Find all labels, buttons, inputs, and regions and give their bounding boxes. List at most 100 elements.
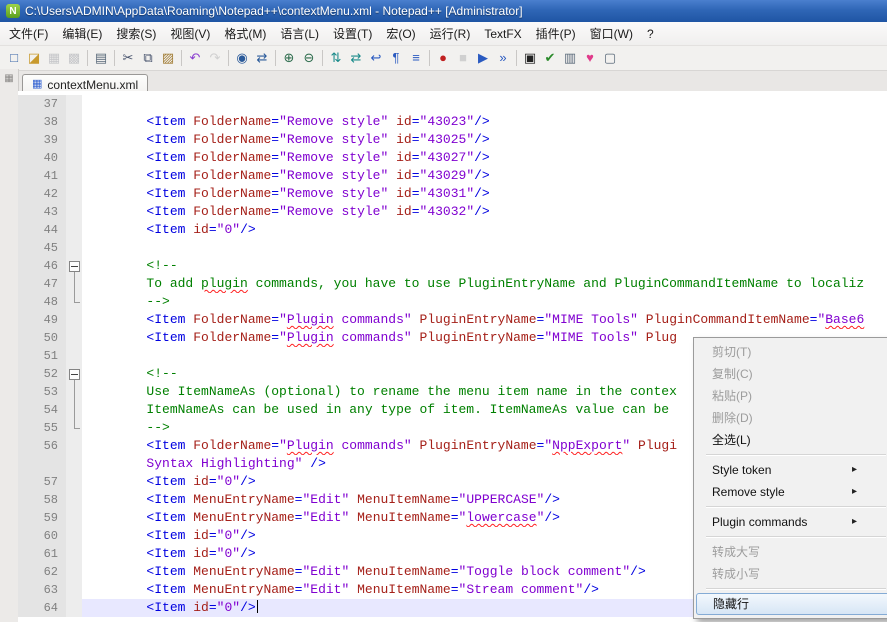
code-line-text[interactable]: <Item FolderName="Plugin commands" Plugi… bbox=[82, 311, 887, 329]
code-line-text[interactable]: <Item FolderName="Remove style" id="4302… bbox=[82, 113, 887, 131]
console-monitor-icon[interactable]: ▣ bbox=[521, 49, 539, 67]
code-token: commands, you have to use PluginEntryNam… bbox=[248, 276, 864, 291]
code-token: id bbox=[396, 132, 412, 147]
paste-icon[interactable]: ▨ bbox=[159, 49, 177, 67]
menubar-item-view[interactable]: 视图(V) bbox=[163, 21, 217, 46]
code-token: = bbox=[209, 546, 217, 561]
menu-bar: 文件(F)编辑(E)搜索(S)视图(V)格式(M)语言(L)设置(T)宏(O)运… bbox=[0, 22, 887, 46]
code-token: /> bbox=[474, 150, 490, 165]
menubar-item-help[interactable]: ? bbox=[640, 23, 661, 45]
code-token: "Edit" bbox=[302, 492, 349, 507]
menubar-item-settings[interactable]: 设置(T) bbox=[326, 21, 379, 46]
line-number: 39 bbox=[18, 131, 66, 149]
open-folder-icon[interactable]: ◪ bbox=[25, 49, 43, 67]
code-token bbox=[84, 312, 146, 327]
docked-panel-strip[interactable]: ▦ bbox=[0, 69, 19, 622]
macro-stop-icon[interactable]: ■ bbox=[454, 49, 472, 67]
code-token: = bbox=[209, 222, 217, 237]
macro-record-icon[interactable]: ● bbox=[434, 49, 452, 67]
code-token: Plugin bbox=[287, 330, 334, 345]
menubar-item-plugins[interactable]: 插件(P) bbox=[529, 21, 583, 46]
code-token: "Remove style" bbox=[279, 114, 388, 129]
code-token bbox=[84, 150, 146, 165]
save-icon[interactable]: ▦ bbox=[45, 49, 63, 67]
macro-run-multiple-icon[interactable]: » bbox=[494, 49, 512, 67]
code-line-text[interactable] bbox=[82, 95, 887, 113]
document-map-icon[interactable]: ▥ bbox=[561, 49, 579, 67]
code-token: id bbox=[396, 150, 412, 165]
context-menu-item-cut[interactable]: 剪切(T) bbox=[694, 341, 887, 363]
context-menu-item-label: 转成小写 bbox=[712, 567, 760, 581]
context-menu-item-to-lowercase[interactable]: 转成小写 bbox=[694, 563, 887, 585]
code-token bbox=[84, 132, 146, 147]
fold-collapse-icon[interactable] bbox=[69, 369, 80, 380]
fold-margin bbox=[66, 599, 82, 617]
zoom-in-icon[interactable]: ⊕ bbox=[280, 49, 298, 67]
replace-icon[interactable]: ⇄ bbox=[253, 49, 271, 67]
find-icon[interactable]: ◉ bbox=[233, 49, 251, 67]
fold-marker[interactable] bbox=[66, 365, 82, 383]
context-menu-item-delete[interactable]: 删除(D) bbox=[694, 407, 887, 429]
copy-icon[interactable]: ⧉ bbox=[139, 49, 157, 67]
code-row-41: 41 <Item FolderName="Remove style" id="4… bbox=[18, 167, 887, 185]
code-line-text[interactable]: <Item id="0"/> bbox=[82, 221, 887, 239]
plugin-doc-icon[interactable]: ▢ bbox=[601, 49, 619, 67]
spell-check-icon[interactable]: ✔ bbox=[541, 49, 559, 67]
code-token: ItemNameAs can be used in any type of it… bbox=[146, 402, 677, 417]
show-all-characters-icon[interactable]: ¶ bbox=[387, 49, 405, 67]
print-icon[interactable]: ▤ bbox=[92, 49, 110, 67]
context-menu-item-to-uppercase[interactable]: 转成大写 bbox=[694, 541, 887, 563]
menubar-item-format[interactable]: 格式(M) bbox=[217, 21, 273, 46]
code-line-text[interactable]: <Item FolderName="Remove style" id="4302… bbox=[82, 167, 887, 185]
fold-margin bbox=[66, 509, 82, 527]
sync-vertical-scroll-icon[interactable]: ⇅ bbox=[327, 49, 345, 67]
code-token: "Remove style" bbox=[279, 132, 388, 147]
code-token bbox=[388, 150, 396, 165]
menubar-item-run[interactable]: 运行(R) bbox=[423, 21, 478, 46]
line-number: 53 bbox=[18, 383, 66, 401]
code-line-text[interactable]: <Item FolderName="Remove style" id="4303… bbox=[82, 185, 887, 203]
context-menu: 剪切(T)复制(C)粘贴(P)删除(D)全选(L) Style token▸Rem… bbox=[693, 337, 887, 619]
macro-play-icon[interactable]: ▶ bbox=[474, 49, 492, 67]
line-number: 43 bbox=[18, 203, 66, 221]
code-row-38: 38 <Item FolderName="Remove style" id="4… bbox=[18, 113, 887, 131]
menubar-item-macro[interactable]: 宏(O) bbox=[379, 21, 422, 46]
favorite-heart-icon[interactable]: ♥ bbox=[581, 49, 599, 67]
cut-icon[interactable]: ✂ bbox=[119, 49, 137, 67]
menubar-item-search[interactable]: 搜索(S) bbox=[109, 21, 163, 46]
code-token: /> bbox=[630, 564, 646, 579]
zoom-out-icon[interactable]: ⊖ bbox=[300, 49, 318, 67]
context-menu-item-paste[interactable]: 粘贴(P) bbox=[694, 385, 887, 407]
code-token: "43027" bbox=[420, 150, 475, 165]
new-file-icon[interactable]: □ bbox=[5, 49, 23, 67]
show-indent-guide-icon[interactable]: ≡ bbox=[407, 49, 425, 67]
code-line-text[interactable]: <Item FolderName="Remove style" id="4303… bbox=[82, 203, 887, 221]
menubar-item-textfx[interactable]: TextFX bbox=[477, 23, 528, 45]
context-menu-item-plugin-commands[interactable]: Plugin commands▸ bbox=[694, 511, 887, 533]
menubar-item-edit[interactable]: 编辑(E) bbox=[55, 21, 109, 46]
context-menu-item-style-token[interactable]: Style token▸ bbox=[694, 459, 887, 481]
code-line-text[interactable]: <Item FolderName="Remove style" id="4302… bbox=[82, 131, 887, 149]
context-menu-item-select-all[interactable]: 全选(L) bbox=[694, 429, 887, 451]
code-token bbox=[84, 294, 146, 309]
menubar-item-window[interactable]: 窗口(W) bbox=[583, 21, 640, 46]
code-line-text[interactable]: To add plugin commands, you have to use … bbox=[82, 275, 887, 293]
menubar-item-file[interactable]: 文件(F) bbox=[2, 21, 55, 46]
fold-marker[interactable] bbox=[66, 257, 82, 275]
menubar-item-language[interactable]: 语言(L) bbox=[273, 21, 326, 46]
fold-collapse-icon[interactable] bbox=[69, 261, 80, 272]
context-menu-item-copy[interactable]: 复制(C) bbox=[694, 363, 887, 385]
title-bar[interactable]: N C:\Users\ADMIN\AppData\Roaming\Notepad… bbox=[0, 0, 887, 22]
line-number: 46 bbox=[18, 257, 66, 275]
sync-horizontal-scroll-icon[interactable]: ⇄ bbox=[347, 49, 365, 67]
word-wrap-icon[interactable]: ↩ bbox=[367, 49, 385, 67]
code-line-text[interactable]: <!-- bbox=[82, 257, 887, 275]
save-all-icon[interactable]: ▩ bbox=[65, 49, 83, 67]
code-line-text[interactable]: --> bbox=[82, 293, 887, 311]
code-line-text[interactable]: <Item FolderName="Remove style" id="4302… bbox=[82, 149, 887, 167]
context-menu-item-remove-style[interactable]: Remove style▸ bbox=[694, 481, 887, 503]
code-line-text[interactable] bbox=[82, 239, 887, 257]
context-menu-item-hide-lines[interactable]: 隐藏行 bbox=[696, 593, 887, 615]
redo-icon[interactable]: ↷ bbox=[206, 49, 224, 67]
undo-icon[interactable]: ↶ bbox=[186, 49, 204, 67]
